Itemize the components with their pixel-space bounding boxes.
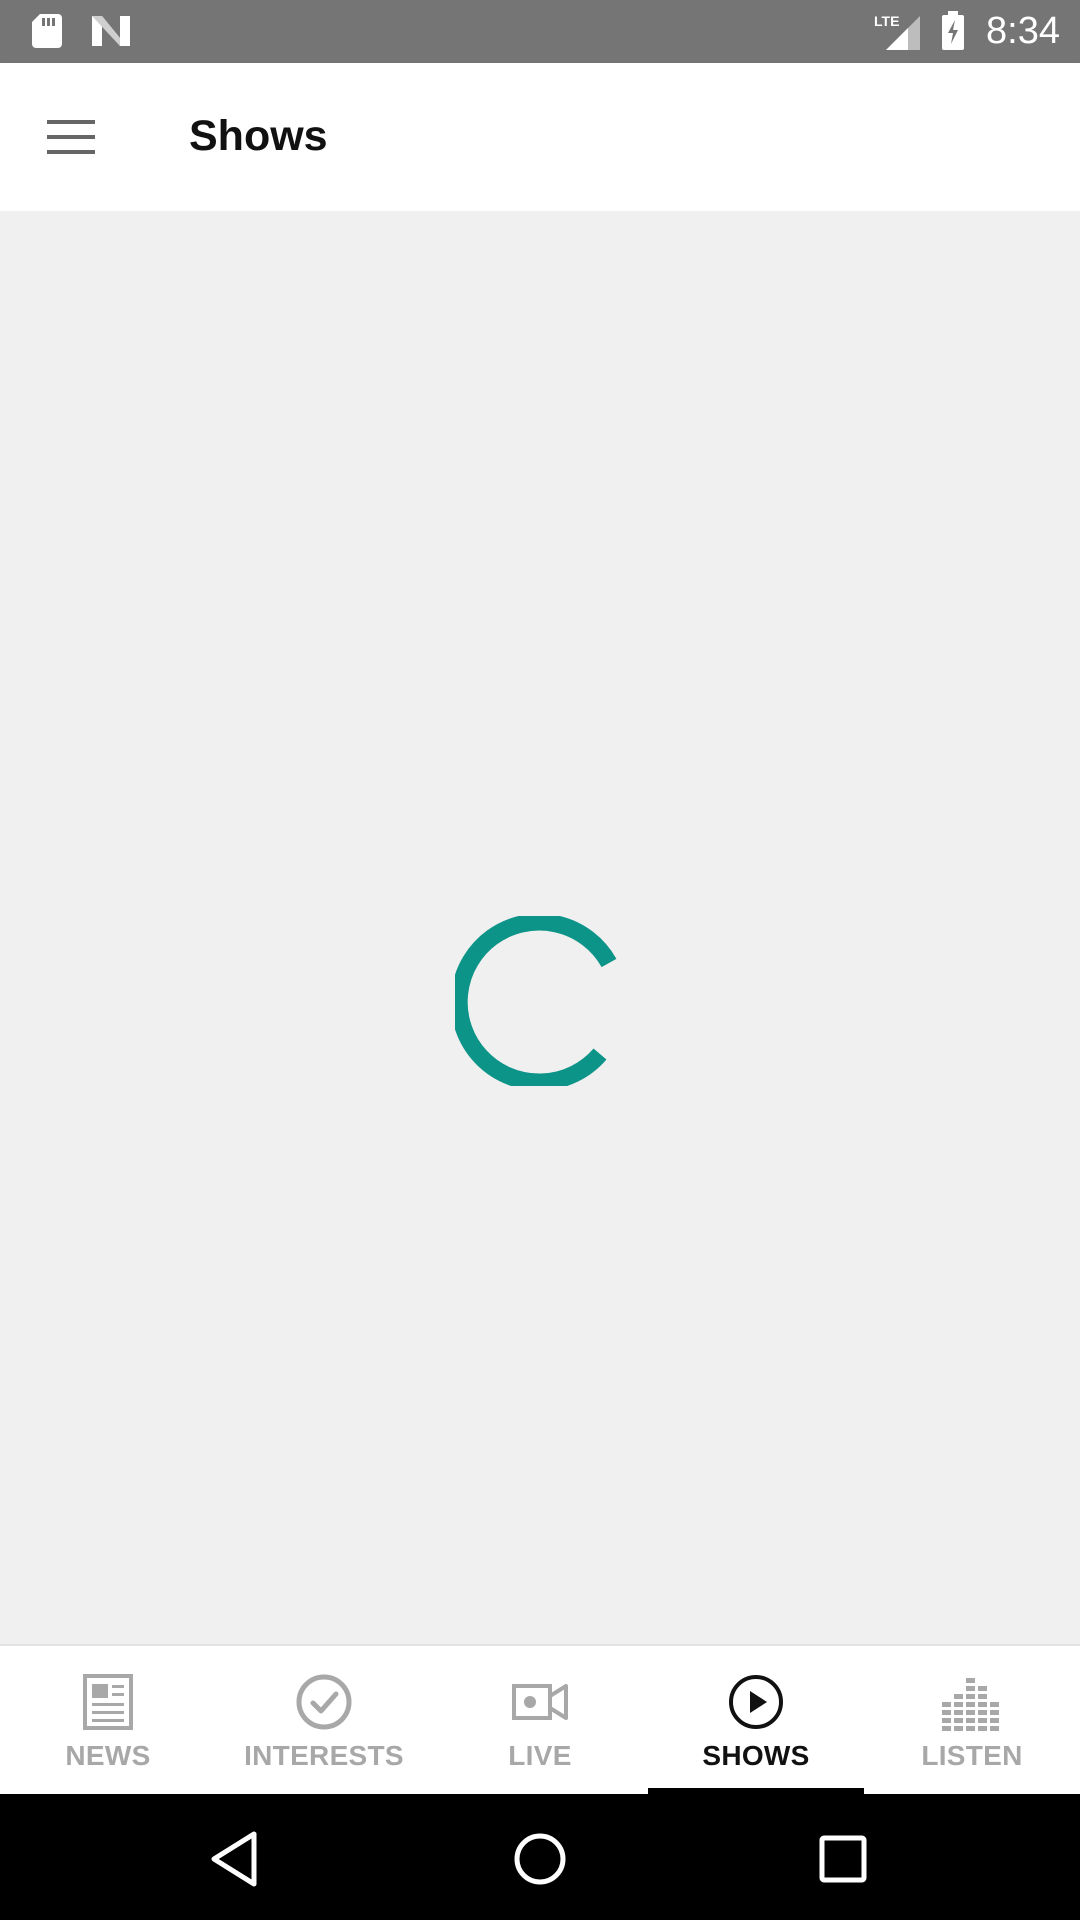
recents-icon[interactable] [808, 1824, 878, 1894]
status-bar: LTE 8:34 [0, 0, 1080, 63]
battery-charging-icon [942, 11, 964, 50]
menu-button[interactable] [36, 108, 106, 166]
tab-shows-label: SHOWS [702, 1740, 810, 1771]
back-icon[interactable] [200, 1824, 270, 1894]
tab-news[interactable]: NEWS [0, 1646, 216, 1794]
n-logo-icon [92, 16, 130, 46]
status-time: 8:34 [986, 10, 1060, 52]
tab-live-label: LIVE [508, 1740, 572, 1771]
tab-live[interactable]: LIVE [432, 1646, 648, 1794]
hamburger-menu-icon [47, 120, 95, 154]
play-circle-icon [729, 1675, 783, 1729]
system-navigation-bar [0, 1794, 1080, 1920]
svg-text:LTE: LTE [874, 13, 899, 29]
equalizer-icon [942, 1678, 999, 1731]
sd-card-icon [32, 14, 62, 48]
app-bar: Shows [0, 63, 1080, 211]
tab-shows[interactable]: SHOWS [648, 1646, 864, 1794]
tab-listen[interactable]: LISTEN [864, 1646, 1080, 1794]
tab-news-label: NEWS [65, 1740, 151, 1771]
newspaper-icon [83, 1674, 133, 1730]
bottom-navigation: NEWS INTERESTS LIVE SHOWS LISTEN [0, 1644, 1080, 1794]
tab-interests[interactable]: INTERESTS [216, 1646, 432, 1794]
page-title: Shows [189, 112, 328, 160]
tab-listen-label: LISTEN [921, 1740, 1023, 1771]
check-circle-icon [296, 1674, 352, 1730]
tab-interests-label: INTERESTS [244, 1740, 404, 1771]
home-icon[interactable] [505, 1824, 575, 1894]
lte-signal-icon: LTE [874, 13, 920, 50]
video-camera-icon [512, 1684, 568, 1720]
loading-spinner [455, 916, 617, 1086]
